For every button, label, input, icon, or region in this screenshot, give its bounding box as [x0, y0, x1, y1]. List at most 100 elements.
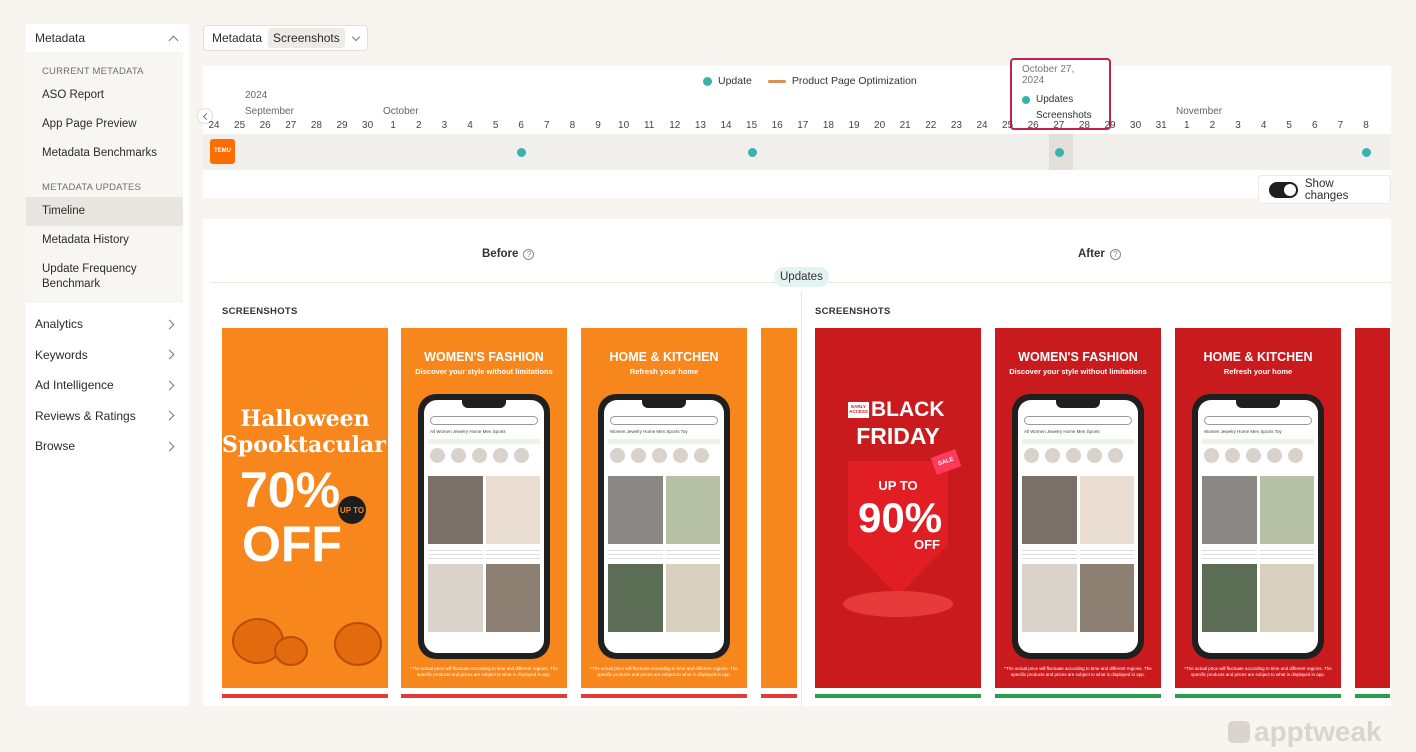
main-content: Metadata Screenshots Update Product Page… [190, 24, 1391, 706]
day-label: 19 [848, 120, 860, 131]
sidebar-item-timeline[interactable]: Timeline [26, 197, 183, 226]
category-tabs: All Women Jewelry Home Men Sports [1024, 429, 1100, 434]
day-label: 30 [1130, 120, 1142, 131]
sidebar-section-label: Keywords [35, 347, 88, 362]
screenshot-footnote: *The actual price will fluctuate accordi… [590, 666, 738, 677]
legend-ppo-label: Product Page Optimization [791, 75, 917, 87]
screenshot-footnote: *The actual price will fluctuate accordi… [410, 666, 558, 677]
chevron-left-icon [202, 112, 210, 120]
chevron-right-icon [164, 380, 175, 391]
day-label: 9 [595, 120, 601, 131]
sidebar-item-update-frequency-benchmark[interactable]: Update Frequency Benchmark [26, 255, 183, 299]
sidebar-section-browse[interactable]: Browse [26, 431, 189, 462]
shipping-banner [1202, 439, 1314, 444]
day-label: 16 [771, 120, 783, 131]
screenshot-subtitle: Discover your style without limitations [415, 367, 553, 376]
day-label: 1 [1184, 120, 1190, 131]
sidebar-item-app-page-preview[interactable]: App Page Preview [26, 110, 183, 139]
day-label: 6 [518, 120, 524, 131]
day-label: 24 [976, 120, 988, 131]
help-icon[interactable]: ? [1109, 248, 1121, 260]
day-label: 12 [669, 120, 681, 131]
update-marker[interactable] [747, 148, 757, 157]
sidebar-section-label: Metadata [35, 31, 86, 45]
phone-notch [1236, 400, 1280, 408]
filter-selected-value[interactable]: Screenshots [268, 28, 345, 48]
sidebar-section-ad-intelligence[interactable]: Ad Intelligence [26, 370, 189, 401]
app-icon-label: TEMU [214, 148, 231, 154]
sidebar-section-keywords[interactable]: Keywords [26, 340, 189, 371]
apptweak-watermark: apptweak [1228, 716, 1382, 748]
update-marker[interactable] [1362, 148, 1371, 157]
pumpkin-icon [334, 622, 382, 666]
screenshot-card[interactable] [1355, 328, 1390, 688]
phone-screen: Women Jewelry Home Men Sports Toy [1198, 400, 1318, 653]
before-header: Before ? [482, 248, 535, 260]
month-label: September [245, 106, 294, 117]
day-label: 10 [618, 120, 630, 131]
screenshot-title: HOME & KITCHEN [609, 350, 719, 364]
category-tabs: All Women Jewelry Home Men Sports [430, 429, 506, 434]
product-grid [1022, 476, 1134, 632]
day-label: 7 [544, 120, 550, 131]
screenshot-card[interactable]: EARLY ACCESS BLACK FRIDAY SALE UP TO 90%… [815, 328, 981, 688]
update-marker[interactable] [517, 148, 527, 157]
sidebar-item-metadata-history[interactable]: Metadata History [26, 226, 183, 255]
screenshot-card[interactable]: WOMEN'S FASHION Discover your style with… [401, 328, 567, 688]
day-label: 31 [1155, 120, 1167, 131]
screenshot-card[interactable] [761, 328, 797, 688]
screenshot-card[interactable]: HOME & KITCHEN Refresh your home Women J… [581, 328, 747, 688]
update-timeline: Update Product Page Optimization 2024 Se… [197, 58, 1391, 198]
halloween-title: Halloween Spooktacular! [222, 406, 388, 458]
sidebar-section-label: Ad Intelligence [35, 378, 114, 393]
metadata-submenu: CURRENT METADATA ASO Report App Page Pre… [26, 52, 183, 303]
removed-indicator [401, 694, 567, 698]
before-screenshots[interactable]: Halloween Spooktacular! 70% UP TO OFF WO… [222, 328, 797, 706]
category-tabs: Women Jewelry Home Men Sports Toy [1204, 429, 1282, 434]
category-circles [1204, 448, 1303, 463]
phone-mockup: All Women Jewelry Home Men Sports [1012, 394, 1144, 659]
day-label: 25 [1002, 120, 1014, 131]
search-bar [1024, 416, 1132, 425]
sidebar-item-metadata-benchmarks[interactable]: Metadata Benchmarks [26, 139, 183, 168]
sidebar-group-updates: METADATA UPDATES [42, 182, 142, 193]
phone-notch [1056, 400, 1100, 408]
show-changes-label: Show changes [1304, 177, 1349, 202]
after-screenshots[interactable]: EARLY ACCESS BLACK FRIDAY SALE UP TO 90%… [815, 328, 1390, 706]
day-label: 24 [208, 120, 220, 131]
sidebar-section-analytics[interactable]: Analytics [26, 309, 189, 340]
category-circles [430, 448, 529, 463]
day-label: 28 [1078, 120, 1090, 131]
metadata-filter[interactable]: Metadata Screenshots [203, 25, 368, 51]
day-label: 28 [310, 120, 322, 131]
day-label: 22 [925, 120, 937, 131]
tooltip-date: October 27, 2024 [1022, 64, 1075, 86]
update-marker[interactable] [1054, 148, 1064, 157]
phone-screen: All Women Jewelry Home Men Sports [1018, 400, 1138, 653]
day-label: 7 [1337, 120, 1344, 131]
help-icon[interactable]: ? [523, 248, 535, 260]
day-label: 30 [362, 120, 374, 131]
day-label: 15 [746, 120, 758, 131]
category-circles [610, 448, 709, 463]
sidebar-section-metadata[interactable]: Metadata [26, 24, 189, 52]
timeline-year: 2024 [245, 90, 268, 101]
show-changes-toggle[interactable] [1269, 181, 1298, 198]
day-label: 14 [720, 120, 732, 131]
show-changes-control[interactable]: Show changes [1258, 175, 1391, 204]
screenshot-card[interactable]: HOME & KITCHEN Refresh your home Women J… [1175, 328, 1341, 688]
up-to-label: UP TO [878, 478, 918, 493]
screenshot-card[interactable]: Halloween Spooktacular! 70% UP TO OFF [222, 328, 388, 688]
added-indicator [995, 694, 1161, 698]
sidebar-section-label: Browse [35, 439, 76, 454]
chevron-down-icon[interactable] [351, 32, 360, 41]
phone-mockup: Women Jewelry Home Men Sports Toy [1192, 394, 1324, 659]
sidebar-section-reviews-ratings[interactable]: Reviews & Ratings [26, 401, 189, 432]
day-label: 2 [1209, 120, 1216, 131]
day-label: 5 [492, 120, 499, 131]
product-grid [608, 476, 720, 632]
sidebar-item-aso-report[interactable]: ASO Report [26, 81, 183, 110]
screenshot-card[interactable]: WOMEN'S FASHION Discover your style with… [995, 328, 1161, 688]
chevron-right-icon [164, 441, 175, 452]
phone-screen: All Women Jewelry Home Men Sports [424, 400, 544, 653]
